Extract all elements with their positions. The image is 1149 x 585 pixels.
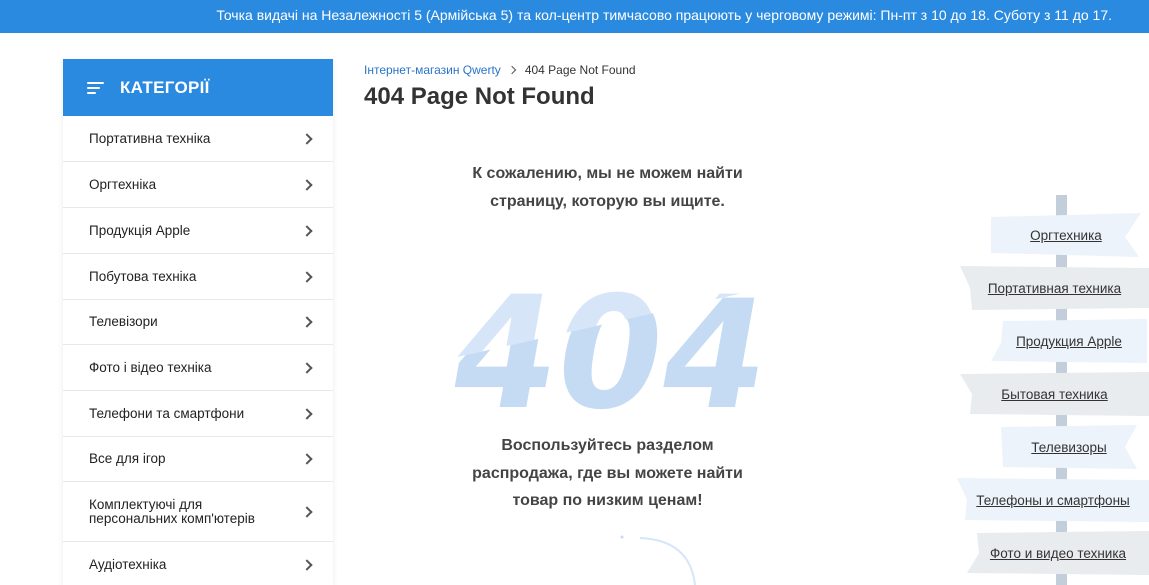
sale-message-line: распродажа, где вы можете найти: [472, 464, 743, 482]
sale-message-line: товар по низким ценам!: [512, 492, 703, 509]
big-404-graphic: 404 404: [435, 265, 770, 415]
sign-tv[interactable]: Телевизоры: [1001, 425, 1137, 469]
category-item-audio[interactable]: Аудіотехніка: [63, 542, 333, 585]
category-item-office[interactable]: Оргтехніка: [63, 162, 333, 208]
sign-apple[interactable]: Продукция Apple: [991, 319, 1147, 363]
category-item-label: Все для ігор: [89, 451, 166, 466]
notice-text: Точка видачі на Незалежності 5 (Армійськ…: [216, 7, 1112, 23]
chevron-right-icon: [301, 132, 313, 145]
chevron-right-icon: [301, 453, 313, 465]
chevron-right-icon: [301, 270, 313, 283]
category-item-portable[interactable]: Портативна техніка: [63, 116, 333, 162]
category-item-label: Телевізори: [89, 314, 158, 329]
sign-label: Оргтехника: [1030, 227, 1102, 243]
category-item-photo-video[interactable]: Фото і відео техніка: [63, 345, 333, 391]
chevron-right-icon: [507, 65, 517, 75]
not-found-message: К сожалению, мы не можем найти страницу,…: [430, 160, 785, 216]
category-item-tv[interactable]: Телевізори: [63, 300, 333, 345]
category-item-appliances[interactable]: Побутова техніка: [63, 254, 333, 300]
category-item-label: Портативна техніка: [89, 130, 211, 146]
sign-label: Телефоны и смартфоны: [976, 492, 1130, 508]
sign-household[interactable]: Бытовая техника: [960, 372, 1149, 416]
category-item-label: Комплектуючі для персональних комп'ютері…: [89, 496, 255, 526]
sale-message-line: Воспользуйтесь разделом: [501, 437, 714, 454]
breadcrumb-current: 404 Page Not Found: [524, 63, 636, 77]
chevron-right-icon: [301, 224, 313, 237]
page-title: 404 Page Not Found: [364, 83, 595, 110]
chevron-right-icon: [301, 361, 313, 374]
decorative-arc: [620, 535, 696, 585]
chevron-right-icon: [301, 505, 313, 518]
category-item-phones[interactable]: Телефони та смартфони: [63, 391, 333, 437]
categories-panel: КАТЕГОРІЇ Портативна техніка Оргтехніка …: [63, 59, 333, 585]
chevron-right-icon: [301, 558, 313, 571]
sign-label: Продукция Apple: [1016, 333, 1122, 349]
categories-header[interactable]: КАТЕГОРІЇ: [63, 59, 333, 116]
chevron-right-icon: [301, 178, 313, 191]
categories-title: КАТЕГОРІЇ: [120, 77, 210, 97]
sign-label: Телевизоры: [1031, 439, 1107, 455]
sign-label: Портативная техника: [987, 280, 1122, 296]
sign-office-equipment[interactable]: Оргтехника: [991, 213, 1141, 257]
chevron-right-icon: [301, 407, 313, 420]
category-item-label: Телефони та смартфони: [89, 405, 245, 421]
category-item-label: Фото і відео техніка: [89, 359, 212, 375]
chevron-right-icon: [301, 316, 313, 328]
sign-label: Фото и видео техника: [989, 545, 1127, 561]
breadcrumb-home-link[interactable]: Інтернет-магазин Qwerty: [364, 63, 501, 77]
category-item-label: Аудіотехніка: [89, 556, 167, 572]
sign-photo-video[interactable]: Фото и видео техника: [967, 531, 1149, 575]
sign-phones[interactable]: Телефоны и смартфоны: [957, 478, 1149, 522]
category-item-pc-components[interactable]: Комплектуючі для персональних комп'ютері…: [63, 482, 333, 542]
sale-suggestion-message: Воспользуйтесь разделом распродажа, где …: [430, 432, 785, 515]
category-item-label: Побутова техніка: [89, 268, 197, 284]
category-item-apple[interactable]: Продукція Apple: [63, 208, 333, 254]
not-found-message-line: страницу, которую вы ищите.: [490, 193, 725, 210]
sign-label: Бытовая техника: [1001, 386, 1108, 402]
not-found-message-line: К сожалению, мы не можем найти: [472, 165, 743, 182]
category-item-gaming[interactable]: Все для ігор: [63, 437, 333, 482]
hamburger-icon: [87, 81, 104, 94]
category-item-label: Оргтехніка: [89, 176, 157, 192]
sign-portable-tech[interactable]: Портативная техника: [960, 266, 1149, 310]
category-item-label: Продукція Apple: [89, 222, 191, 238]
breadcrumb: Інтернет-магазин Qwerty 404 Page Not Fou…: [364, 63, 636, 77]
signpost-navigation: Оргтехника Портативная техника Продукция…: [955, 195, 1149, 585]
notice-bar: Точка видачі на Незалежності 5 (Армійськ…: [0, 0, 1149, 33]
